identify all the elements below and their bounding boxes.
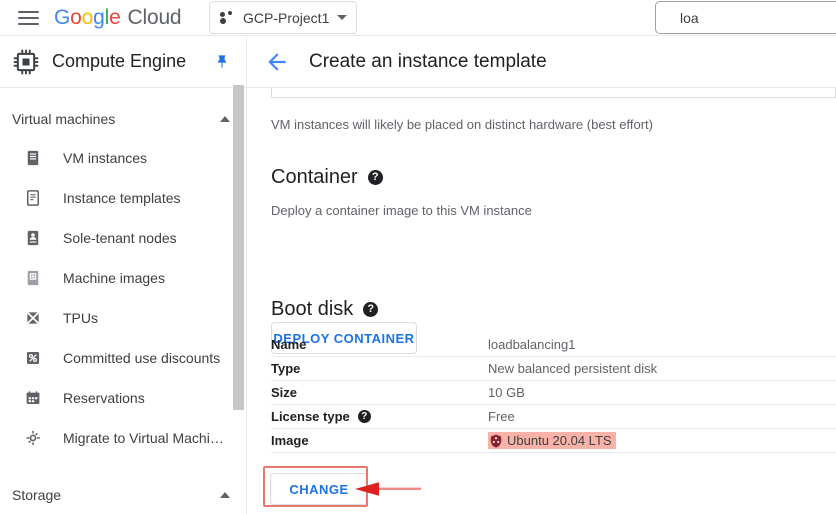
row-value: Ubuntu 20.04 LTS [488, 432, 616, 449]
sidebar-item-sole-tenant-nodes[interactable]: Sole-tenant nodes [0, 218, 246, 258]
sidebar-item-label: TPUs [63, 310, 98, 326]
sole-tenant-nodes-icon [27, 230, 39, 246]
hamburger-line [17, 16, 39, 19]
row-key: Image [271, 433, 488, 448]
help-icon[interactable]: ? [357, 410, 371, 423]
sidebar-item-vm-instances[interactable]: VM instances [0, 138, 246, 178]
help-icon[interactable]: ? [363, 302, 379, 317]
ubuntu-shield-icon [490, 434, 502, 447]
row-key: License type ? [271, 409, 488, 424]
placement-helper-text: VM instances will likely be placed on di… [271, 117, 653, 132]
search-bar[interactable] [655, 1, 836, 34]
row-value-text: loadbalancing1 [488, 337, 576, 352]
page-header: Create an instance template [247, 36, 836, 88]
cloud-wordmark: Cloud [127, 5, 182, 29]
google-wordmark: Google [54, 5, 121, 29]
project-dots-icon [220, 11, 235, 24]
tpus-icon [27, 312, 39, 324]
hamburger-line [17, 10, 39, 13]
arrow-back-icon[interactable] [264, 49, 290, 75]
sidebar-section-label: Virtual machines [12, 111, 116, 127]
boot-disk-section-title: Boot disk ? [271, 298, 379, 321]
page-title: Create an instance template [309, 50, 547, 72]
boot-disk-title-text: Boot disk [271, 298, 354, 320]
row-value: loadbalancing1 [488, 337, 575, 352]
row-key: Name [271, 337, 488, 352]
google-cloud-logo[interactable]: Google Cloud [54, 5, 182, 30]
container-section-title: Container ? [271, 166, 383, 189]
row-value-text: Free [488, 409, 515, 424]
top-app-bar: Google Cloud GCP-Project1 [0, 0, 836, 36]
row-key-label: Size [271, 385, 298, 400]
row-key-label: Image [271, 433, 309, 448]
table-row: Type New balanced persistent disk [271, 357, 836, 381]
change-button[interactable]: CHANGE [270, 473, 368, 505]
main-content-area: VM instances will likely be placed on di… [248, 88, 836, 514]
project-selector[interactable]: GCP-Project1 [209, 1, 358, 34]
percent-icon [27, 352, 39, 364]
row-value-text: 10 GB [488, 385, 525, 400]
sidebar-item-reservations[interactable]: Reservations [0, 378, 246, 418]
row-key: Size [271, 385, 488, 400]
chevron-up-icon[interactable] [220, 116, 230, 122]
vm-instances-icon [27, 150, 39, 166]
machine-images-icon [27, 270, 39, 286]
table-row: License type ? Free [271, 405, 836, 429]
row-key-label: Type [271, 361, 301, 376]
container-section-subtitle: Deploy a container image to this VM inst… [271, 203, 532, 218]
sidebar-item-label: Reservations [63, 390, 145, 406]
sidebar-section-virtual-machines[interactable]: Virtual machines [0, 100, 246, 138]
container-title-text: Container [271, 166, 358, 188]
product-title: Compute Engine [52, 51, 187, 71]
migrate-vm-icon [26, 430, 40, 446]
sidebar-list-virtual-machines: VM instances Instance templates Sole-ten… [0, 138, 246, 458]
sidebar-item-label: Sole-tenant nodes [63, 230, 177, 246]
table-row: Image Ubuntu 20.04 LTS [271, 429, 836, 453]
row-value: Free [488, 409, 515, 424]
sidebar-item-tpus[interactable]: TPUs [0, 298, 246, 338]
sidebar-section-storage[interactable]: Storage [0, 476, 246, 514]
row-key-label: License type [271, 409, 350, 424]
sidebar-item-machine-images[interactable]: Machine images [0, 258, 246, 298]
hamburger-line [17, 22, 39, 25]
sidebar-item-label: Committed use discounts [63, 350, 221, 366]
row-key: Type [271, 361, 488, 376]
sidebar-item-label: VM instances [63, 150, 148, 166]
row-value: New balanced persistent disk [488, 361, 657, 376]
table-row: Name loadbalancing1 [271, 333, 836, 357]
boot-disk-table: Name loadbalancing1 Type New balanced pe… [271, 333, 836, 453]
sidebar-item-migrate-to-virtual-machines[interactable]: Migrate to Virtual Machin… [0, 418, 246, 458]
row-value: 10 GB [488, 385, 525, 400]
instance-templates-icon [27, 190, 39, 206]
hamburger-menu-icon[interactable] [8, 0, 48, 36]
image-value-highlight: Ubuntu 20.04 LTS [488, 432, 616, 449]
chevron-down-icon [337, 15, 348, 20]
sidebar-section-label: Storage [12, 487, 62, 503]
sidebar-item-committed-use-discounts[interactable]: Committed use discounts [0, 338, 246, 378]
row-value-text: Ubuntu 20.04 LTS [507, 433, 612, 448]
product-header: Compute Engine [0, 36, 247, 88]
content-scrollbar-thumb[interactable] [233, 85, 244, 410]
sidebar-item-label: Machine images [63, 270, 165, 286]
sidebar-item-label: Instance templates [63, 190, 181, 206]
project-selector-label: GCP-Project1 [243, 9, 330, 26]
truncated-form-field[interactable] [271, 88, 836, 98]
search-input[interactable] [678, 8, 836, 27]
sidebar-navigation: Virtual machines VM instances Instance t… [0, 88, 247, 514]
pin-icon[interactable] [214, 53, 230, 71]
sidebar-item-instance-templates[interactable]: Instance templates [0, 178, 246, 218]
row-value-text: New balanced persistent disk [488, 361, 658, 376]
gcp-console-window: Google Cloud GCP-Project1 Compute Engine [0, 0, 836, 514]
cpu-chip-icon [13, 49, 39, 74]
table-row: Size 10 GB [271, 381, 836, 405]
sidebar-item-label: Migrate to Virtual Machin… [63, 430, 228, 446]
help-icon[interactable]: ? [367, 170, 383, 185]
chevron-up-icon[interactable] [220, 492, 230, 498]
calendar-icon [26, 391, 40, 404]
row-key-label: Name [271, 337, 307, 352]
